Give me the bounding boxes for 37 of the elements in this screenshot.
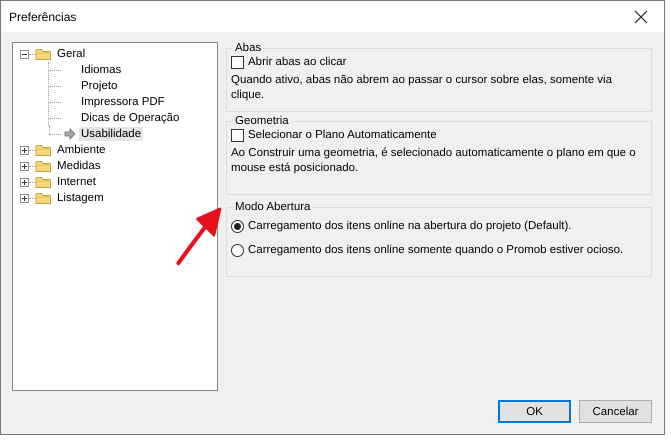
radio-button[interactable] — [231, 244, 244, 256]
expander-icon[interactable] — [20, 50, 29, 58]
folder-icon — [35, 159, 52, 173]
close-icon — [634, 10, 648, 24]
tree-item[interactable]: Medidas — [57, 160, 100, 172]
tree-item[interactable]: Ambiente — [57, 144, 106, 156]
folder-icon — [35, 143, 52, 157]
checkbox[interactable] — [231, 56, 244, 68]
group-title: Abas — [234, 42, 262, 54]
description-text: Quando ativo, abas não abrem ao passar o cursor sobre elas, somente via clique. — [231, 73, 613, 103]
folder-icon — [35, 47, 52, 61]
group-title: Modo Abertura — [234, 201, 312, 213]
tree-item[interactable]: Usabilidade — [79, 127, 144, 141]
tree-item[interactable]: Internet — [57, 176, 96, 188]
checkbox-label[interactable]: Abrir abas ao clicar — [248, 56, 346, 68]
radio-label[interactable]: Carregamento dos itens online na abertura do projeto (Default). — [248, 220, 572, 232]
tree-item[interactable]: Impressora PDF — [79, 95, 167, 109]
folder-icon — [35, 175, 52, 189]
tree-item[interactable]: Listagem — [57, 192, 104, 204]
tree-item[interactable]: Projeto — [79, 79, 120, 93]
expander-icon[interactable] — [20, 146, 29, 154]
tree-item[interactable]: Geral — [57, 48, 86, 60]
dialog-button[interactable]: Cancelar — [579, 400, 652, 423]
description-text: Ao Construir uma geometria, é selecionado automaticamente o plano em que o mouse está posicionado. — [231, 146, 637, 176]
expander-icon[interactable] — [20, 178, 29, 186]
expander-icon[interactable] — [20, 162, 29, 170]
tree-item[interactable]: Dicas de Operação — [79, 111, 182, 125]
window-title: Preferências — [8, 10, 76, 24]
group-title: Geometria — [234, 115, 290, 127]
expander-icon[interactable] — [20, 194, 29, 202]
radio-button[interactable] — [231, 220, 244, 232]
folder-icon — [35, 191, 52, 205]
checkbox-label[interactable]: Selecionar o Plano Automaticamente — [248, 129, 437, 141]
tree-item[interactable]: Idiomas — [79, 63, 124, 77]
checkbox[interactable] — [231, 128, 244, 142]
dialog-button[interactable]: OK — [498, 400, 571, 423]
radio-label[interactable]: Carregamento dos itens online somente quando o Promob estiver ocioso. — [248, 244, 624, 256]
